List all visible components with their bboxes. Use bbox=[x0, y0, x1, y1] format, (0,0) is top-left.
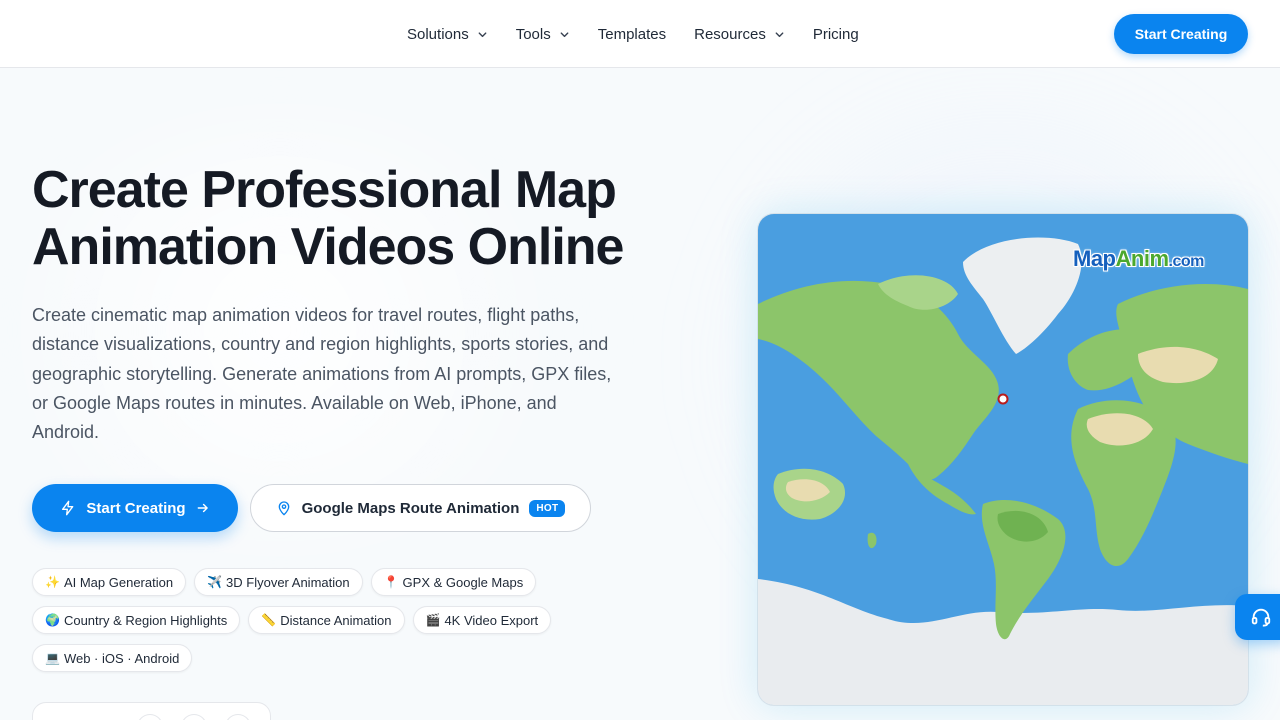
nav-solutions-label: Solutions bbox=[407, 25, 469, 43]
hot-badge: HOT bbox=[529, 499, 566, 517]
feature-chip-label: AI Map Generation bbox=[63, 574, 174, 590]
feature-chip-label: 3D Flyover Animation bbox=[226, 574, 350, 590]
feature-chip-label: Web · iOS · Android bbox=[63, 650, 180, 666]
chevron-down-icon bbox=[478, 31, 487, 37]
laptop-icon: 💻 bbox=[45, 651, 60, 665]
feature-chip: 🌍 Country & Region Highlights bbox=[32, 606, 241, 634]
nav-pricing[interactable]: Pricing bbox=[799, 14, 873, 54]
feature-chip-label: Country & Region Highlights bbox=[63, 612, 228, 628]
arrow-right-icon bbox=[197, 503, 208, 513]
feature-chip: ✈️ 3D Flyover Animation bbox=[194, 568, 363, 596]
nav-templates-label: Templates bbox=[597, 25, 667, 43]
feature-chip: 💻 Web · iOS · Android bbox=[32, 644, 193, 672]
avatar bbox=[181, 714, 207, 720]
chevron-down-icon bbox=[775, 31, 784, 37]
top-navbar: Solutions Tools Templates Resources Pric… bbox=[0, 0, 1280, 68]
nav-resources[interactable]: Resources bbox=[680, 14, 799, 54]
google-maps-route-label: Google Maps Route Animation bbox=[301, 499, 520, 517]
avatar bbox=[225, 714, 251, 720]
header-start-creating-button[interactable]: Start Creating bbox=[1114, 14, 1248, 54]
feature-chip: 📍 GPX & Google Maps bbox=[370, 568, 537, 596]
sparkles-icon: ✨ bbox=[45, 575, 60, 589]
logo-suffix-text: .com bbox=[1168, 253, 1205, 270]
pushpin-icon: 📍 bbox=[383, 575, 399, 589]
primary-nav: Solutions Tools Templates Resources Pric… bbox=[393, 0, 873, 68]
mapanim-logo: MapAnim.com bbox=[1073, 246, 1204, 272]
map-preview bbox=[758, 214, 1248, 705]
nav-tools-label: Tools bbox=[515, 25, 551, 43]
world-map-illustration bbox=[758, 214, 1248, 705]
logo-accent-text: Anim bbox=[1115, 246, 1170, 271]
header-start-creating-label: Start Creating bbox=[1134, 26, 1228, 42]
support-chat-button[interactable] bbox=[1235, 594, 1280, 640]
logo-main-text: Map bbox=[1073, 246, 1116, 271]
hero-title-line-2: Animation Videos Online bbox=[32, 218, 624, 276]
clapper-icon: 🎬 bbox=[425, 613, 441, 627]
nav-solutions[interactable]: Solutions bbox=[393, 14, 502, 54]
nav-tools[interactable]: Tools bbox=[502, 14, 584, 54]
feature-chip-label: 4K Video Export bbox=[444, 612, 539, 628]
nav-templates[interactable]: Templates bbox=[584, 14, 680, 54]
globe-icon: 🌍 bbox=[45, 613, 60, 627]
lightning-icon bbox=[62, 500, 74, 516]
start-creating-label: Start Creating bbox=[86, 499, 186, 517]
feature-chip: 🎬 4K Video Export bbox=[412, 606, 552, 634]
nav-resources-label: Resources bbox=[694, 25, 766, 43]
hero-title: Create Professional Map Animation Videos… bbox=[32, 162, 672, 276]
chevron-down-icon bbox=[560, 31, 569, 37]
map-pin-icon bbox=[278, 501, 289, 516]
google-maps-route-button[interactable]: Google Maps Route Animation HOT bbox=[250, 484, 591, 532]
feature-chips: ✨ AI Map Generation ✈️ 3D Flyover Animatio… bbox=[32, 568, 632, 682]
ruler-icon: 📏 bbox=[261, 613, 277, 627]
hero-description: Create cinematic map animation videos fo… bbox=[32, 305, 612, 443]
airplane-icon: ✈️ bbox=[207, 575, 223, 589]
social-proof-card bbox=[32, 702, 271, 720]
feature-chip: 📏 Distance Animation bbox=[248, 606, 405, 634]
nav-pricing-label: Pricing bbox=[812, 25, 859, 43]
avatar bbox=[137, 714, 163, 720]
feature-chip-label: GPX & Google Maps bbox=[402, 574, 524, 590]
feature-chip: ✨ AI Map Generation bbox=[32, 568, 187, 596]
headset-icon bbox=[1251, 608, 1271, 627]
start-creating-button[interactable]: Start Creating bbox=[32, 484, 238, 532]
feature-chip-label: Distance Animation bbox=[280, 612, 392, 628]
hero-title-line-1: Create Professional Map bbox=[32, 161, 617, 219]
